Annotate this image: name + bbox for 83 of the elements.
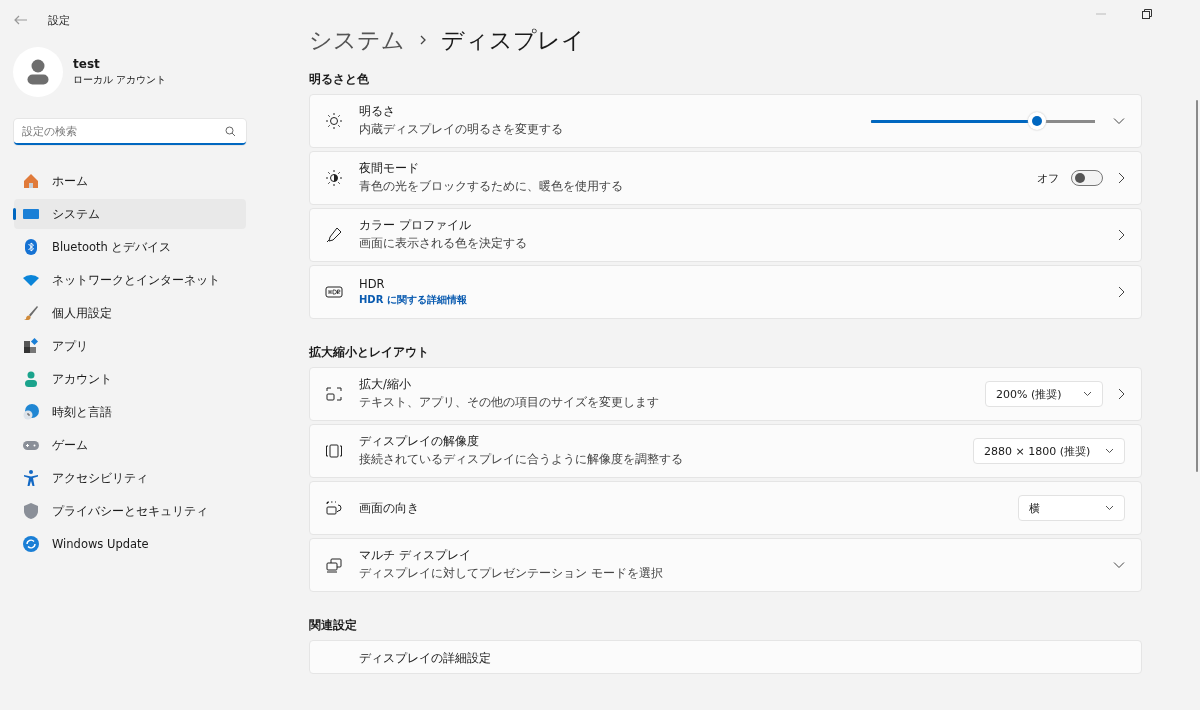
setting-description: テキスト、アプリ、その他の項目のサイズを変更します bbox=[359, 394, 660, 411]
dropdown[interactable]: 横 bbox=[1018, 495, 1125, 521]
breadcrumb-parent[interactable]: システム bbox=[309, 24, 405, 56]
chevron-right-icon[interactable] bbox=[1117, 388, 1125, 400]
toggle-switch[interactable] bbox=[1071, 170, 1103, 186]
account-type: ローカル アカウント bbox=[73, 73, 167, 87]
setting-title: ディスプレイの解像度 bbox=[359, 434, 480, 449]
search-icon bbox=[225, 126, 236, 137]
caret-icon bbox=[1105, 448, 1114, 454]
setting-description: 接続されているディスプレイに合うように解像度を調整する bbox=[359, 451, 684, 468]
section-heading: 拡大縮小とレイアウト bbox=[309, 345, 430, 360]
setting-title: 画面の向き bbox=[359, 500, 420, 516]
caret-icon bbox=[1083, 391, 1092, 397]
chevron-down-icon[interactable] bbox=[1113, 561, 1125, 569]
settings-card[interactable]: 明るさ 内蔵ディスプレイの明るさを変更する bbox=[309, 94, 1142, 148]
setting-title: ディスプレイの詳細設定 bbox=[359, 651, 492, 666]
settings-card[interactable]: 拡大/縮小 テキスト、アプリ、その他の項目のサイズを変更します 200% (推奨) bbox=[309, 367, 1142, 421]
caret-icon bbox=[1105, 505, 1114, 511]
section-heading: 明るさと色 bbox=[309, 72, 370, 87]
setting-title: 明るさ bbox=[359, 104, 396, 119]
page-title: ディスプレイ bbox=[441, 25, 585, 55]
nav-item[interactable]: ネットワークとインターネット bbox=[14, 265, 246, 295]
accessibility-icon bbox=[22, 469, 40, 487]
nav-item[interactable]: 個人用設定 bbox=[14, 298, 246, 328]
setting-title: カラー プロファイル bbox=[359, 218, 472, 233]
settings-card[interactable]: マルチ ディスプレイ ディスプレイに対してプレゼンテーション モードを選択 bbox=[309, 538, 1142, 592]
settings-card[interactable]: 夜間モード 青色の光をブロックするために、暖色を使用する オフ bbox=[309, 151, 1142, 205]
settings-card[interactable]: ディスプレイの詳細設定 bbox=[309, 640, 1142, 674]
section-heading: 関連設定 bbox=[309, 618, 358, 633]
setting-title: HDR bbox=[359, 277, 386, 291]
globe-clock-icon bbox=[22, 403, 40, 421]
sync-icon bbox=[22, 535, 40, 553]
info-link[interactable]: HDR に関する詳細情報 bbox=[359, 293, 1117, 307]
apps-icon bbox=[22, 337, 40, 355]
bluetooth-icon bbox=[22, 238, 40, 256]
back-arrow-icon[interactable] bbox=[14, 15, 28, 25]
nav-item[interactable]: アクセシビリティ bbox=[14, 463, 246, 493]
rotate-icon bbox=[325, 499, 343, 517]
settings-card[interactable]: HDR HDR に関する詳細情報 bbox=[309, 265, 1142, 319]
chevron-down-icon[interactable] bbox=[1113, 117, 1125, 125]
restore-icon[interactable] bbox=[1142, 9, 1152, 19]
setting-title: 拡大/縮小 bbox=[359, 377, 412, 392]
nav-item[interactable]: システム bbox=[14, 199, 246, 229]
multi-display-icon bbox=[325, 556, 343, 574]
setting-description: 内蔵ディスプレイの明るさを変更する bbox=[359, 121, 564, 138]
nav-item[interactable]: プライバシーとセキュリティ bbox=[14, 496, 246, 526]
setting-title: マルチ ディスプレイ bbox=[359, 548, 472, 563]
scrollbar[interactable] bbox=[1196, 100, 1198, 472]
setting-description: 画面に表示される色を決定する bbox=[359, 235, 528, 252]
person-icon bbox=[22, 370, 40, 388]
brush-icon bbox=[22, 304, 40, 322]
nav-item[interactable]: Bluetooth とデバイス bbox=[14, 232, 246, 262]
chevron-right-icon bbox=[419, 34, 427, 46]
settings-card[interactable]: ディスプレイの解像度 接続されているディスプレイに合うように解像度を調整する 2880 × 1800 (推奨) bbox=[309, 424, 1142, 478]
shield-icon bbox=[22, 502, 40, 520]
nav-item[interactable]: Windows Update bbox=[14, 529, 246, 559]
pen-icon bbox=[325, 226, 343, 244]
scale-icon bbox=[325, 385, 343, 403]
chevron-right-icon[interactable] bbox=[1117, 229, 1125, 241]
chevron-right-icon[interactable] bbox=[1117, 286, 1125, 298]
nav-item[interactable]: 時刻と言語 bbox=[14, 397, 246, 427]
home-icon bbox=[22, 172, 40, 190]
nav-item[interactable]: ゲーム bbox=[14, 430, 246, 460]
nav-item[interactable]: アカウント bbox=[14, 364, 246, 394]
window-title: 設定 bbox=[48, 12, 70, 28]
chevron-right-icon[interactable] bbox=[1117, 172, 1125, 184]
setting-description: 青色の光をブロックするために、暖色を使用する bbox=[359, 178, 624, 195]
search-field[interactable]: 設定の検索 bbox=[14, 119, 246, 145]
account-name: test bbox=[73, 57, 101, 71]
dropdown[interactable]: 200% (推奨) bbox=[985, 381, 1103, 407]
dropdown[interactable]: 2880 × 1800 (推奨) bbox=[973, 438, 1125, 464]
hdr-icon bbox=[325, 283, 343, 301]
settings-card[interactable]: 画面の向き 横 bbox=[309, 481, 1142, 535]
nav-item[interactable]: アプリ bbox=[14, 331, 246, 361]
toggle-state-label: オフ bbox=[1037, 170, 1059, 186]
avatar-icon bbox=[13, 47, 63, 97]
settings-card[interactable]: カラー プロファイル 画面に表示される色を決定する bbox=[309, 208, 1142, 262]
sun-icon bbox=[325, 112, 343, 130]
nav-item[interactable]: ホーム bbox=[14, 166, 246, 196]
moon-sun-icon bbox=[325, 169, 343, 187]
setting-description: ディスプレイに対してプレゼンテーション モードを選択 bbox=[359, 565, 664, 582]
setting-title: 夜間モード bbox=[359, 161, 420, 176]
resolution-icon bbox=[325, 442, 343, 460]
